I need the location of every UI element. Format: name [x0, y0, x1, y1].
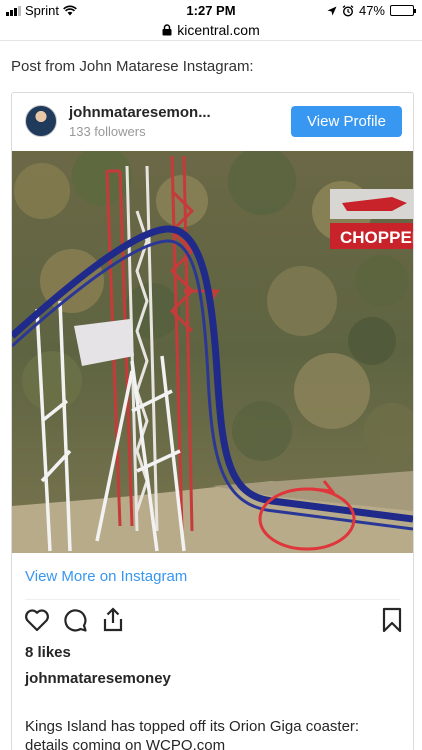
status-bar: Sprint 1:27 PM 47%: [0, 0, 422, 20]
heart-icon[interactable]: [23, 606, 51, 634]
lock-icon: [162, 23, 172, 35]
news-chopper-banner: CHOPPER: [330, 189, 413, 249]
view-profile-button[interactable]: View Profile: [291, 106, 402, 137]
post-photo[interactable]: CHOPPER: [12, 151, 413, 553]
battery-icon: [390, 5, 416, 16]
embed-header: johnmataresemon... 133 followers View Pr…: [12, 93, 413, 151]
location-icon: [327, 6, 337, 15]
bookmark-icon[interactable]: [378, 606, 406, 634]
profile-username[interactable]: johnmataresemon...: [69, 104, 211, 121]
chopper-banner-text: CHOPPER: [340, 228, 413, 247]
divider: [25, 599, 400, 600]
post-actions: [12, 606, 413, 636]
follower-count: 133 followers: [69, 124, 146, 139]
instagram-embed: johnmataresemon... 133 followers View Pr…: [11, 92, 414, 750]
avatar[interactable]: [25, 105, 57, 137]
status-right: 47%: [327, 3, 416, 18]
view-more-on-instagram-link[interactable]: View More on Instagram: [25, 568, 187, 585]
address-bar[interactable]: kicentral.com: [0, 19, 422, 41]
post-caption: Kings Island has topped off its Orion Gi…: [25, 718, 360, 750]
alarm-icon: [342, 4, 354, 17]
share-icon[interactable]: [99, 606, 127, 634]
post-intro-text: Post from John Matarese Instagram:: [11, 58, 254, 75]
like-count[interactable]: 8 likes: [25, 644, 71, 661]
battery-percent: 47%: [358, 3, 385, 18]
coaster-photo-illustration: CHOPPER: [12, 151, 413, 553]
url-text[interactable]: kicentral.com: [177, 22, 259, 38]
comment-icon[interactable]: [61, 606, 89, 634]
post-owner-username[interactable]: johnmataresemoney: [25, 670, 171, 687]
